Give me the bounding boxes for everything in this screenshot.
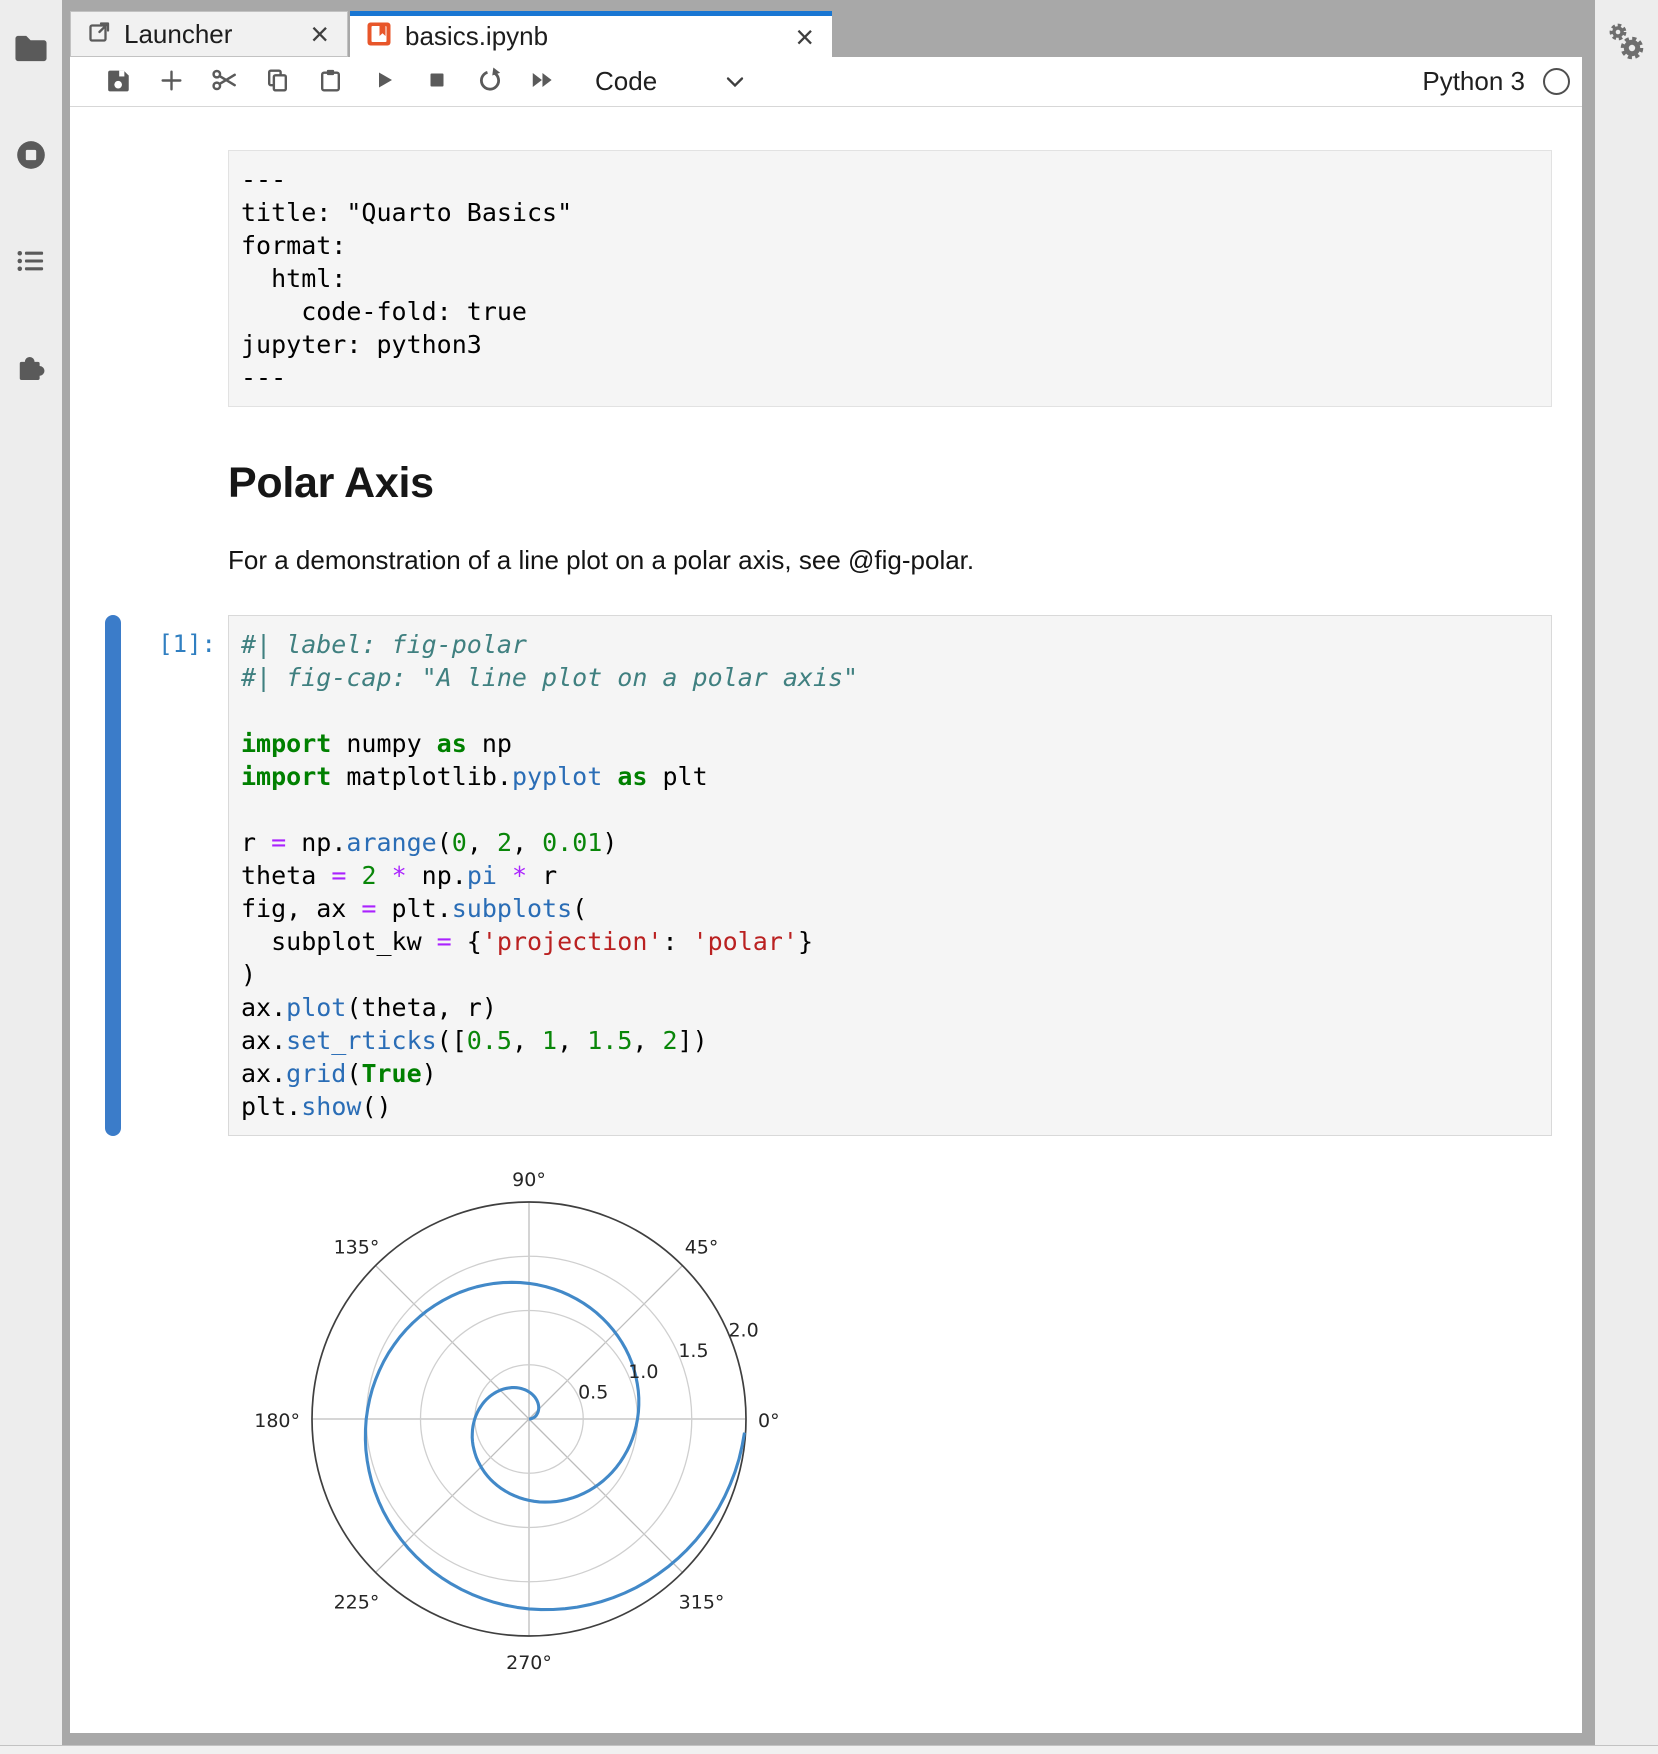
svg-text:90°: 90° [512,1169,546,1191]
raw-cell-editor[interactable]: ---title: "Quarto Basics"format: html: c… [228,150,1552,407]
tab-basics-label: basics.ipynb [405,21,548,52]
tab-launcher[interactable]: Launcher × [70,11,348,57]
svg-text:315°: 315° [679,1592,725,1614]
svg-text:135°: 135° [334,1236,380,1258]
save-icon [105,67,132,97]
notebook-content: ---title: "Quarto Basics"format: html: c… [70,107,1582,1733]
save-button[interactable] [92,60,145,104]
svg-text:1.0: 1.0 [628,1361,658,1383]
gears-icon [1605,21,1649,68]
svg-text:270°: 270° [506,1652,552,1674]
code-cell: [1]: #| label: fig-polar#| fig-cap: "A l… [70,615,1552,1136]
run-all-cells-button[interactable] [516,60,569,104]
cell-collapser[interactable] [105,615,121,1136]
tab-bar: Launcher × basics.ipynb × [70,11,1582,57]
polar-plot-figure: 0° 45° 90° 135° 180° 225° 270° 315° 0.5 1.0 1.5 2.0 [229,1149,869,1709]
paste-cells-button[interactable] [304,60,357,104]
raw-cell: ---title: "Quarto Basics"format: html: c… [70,150,1552,407]
main-panel: Launcher × basics.ipynb × [70,11,1582,1732]
svg-text:2.0: 2.0 [728,1319,758,1341]
svg-text:45°: 45° [685,1236,719,1258]
raw-cell-gutter [70,150,228,407]
left-activity-bar [0,0,62,1754]
stop-icon [424,67,450,96]
running-kernels-icon [12,136,50,177]
plus-icon [158,67,185,97]
launcher-icon [87,20,111,49]
page-title: Polar Axis [228,457,1552,509]
property-inspector-button[interactable] [1607,24,1647,64]
interrupt-kernel-button[interactable] [410,60,463,104]
code-cell-editor[interactable]: #| label: fig-polar#| fig-cap: "A line p… [228,615,1552,1136]
restart-icon [476,66,504,97]
chevron-down-icon [725,75,745,89]
output-area: 0° 45° 90° 135° 180° 225° 270° 315° 0.5 1.0 1.5 2.0 [228,1146,1552,1709]
restart-kernel-button[interactable] [463,60,516,104]
kernel-status-icon [1543,68,1570,95]
cell-type-select[interactable]: Code [595,66,745,97]
close-icon[interactable]: × [308,18,331,50]
markdown-cell: Polar Axis For a demonstration of a line… [228,457,1552,577]
sidebar-item-running-kernels[interactable] [11,136,51,176]
run-cell-button[interactable] [357,60,410,104]
sidebar-item-file-browser[interactable] [11,30,51,70]
notebook-icon [366,21,392,52]
tab-basics-ipynb[interactable]: basics.ipynb × [350,11,832,57]
run-icon [371,67,397,96]
fast-forward-icon [529,66,557,97]
folder-icon [12,30,50,71]
sidebar-item-table-of-contents[interactable] [11,242,51,282]
copy-icon [264,67,291,97]
tab-launcher-label: Launcher [124,19,232,50]
execution-count: [1]: [158,630,216,658]
scissors-icon [211,66,239,97]
cut-cells-button[interactable] [198,60,251,104]
output-cell: 0° 45° 90° 135° 180° 225° 270° 315° 0.5 1.0 1.5 2.0 [70,1146,1552,1691]
paste-icon [317,67,344,97]
puzzle-icon [12,348,50,389]
sidebar-item-extensions[interactable] [11,348,51,388]
svg-text:0°: 0° [758,1410,780,1432]
insert-cell-button[interactable] [145,60,198,104]
jupyterlab-window: Launcher × basics.ipynb × [0,0,1658,1754]
close-icon[interactable]: × [793,21,816,53]
notebook-toolbar: Code Python 3 [70,57,1582,107]
kernel-indicator[interactable]: Python 3 [1422,66,1570,97]
status-bar [0,1745,1658,1754]
kernel-name: Python 3 [1422,66,1525,97]
copy-cells-button[interactable] [251,60,304,104]
svg-text:225°: 225° [334,1592,380,1614]
svg-text:0.5: 0.5 [578,1382,608,1404]
markdown-paragraph: For a demonstration of a line plot on a … [228,543,1552,577]
code-cell-gutter: [1]: [70,615,228,1136]
svg-text:1.5: 1.5 [678,1340,708,1362]
table-of-contents-icon [12,242,50,283]
right-sidebar [1595,0,1658,1754]
cell-type-value: Code [595,66,657,97]
svg-text:180°: 180° [254,1410,300,1432]
